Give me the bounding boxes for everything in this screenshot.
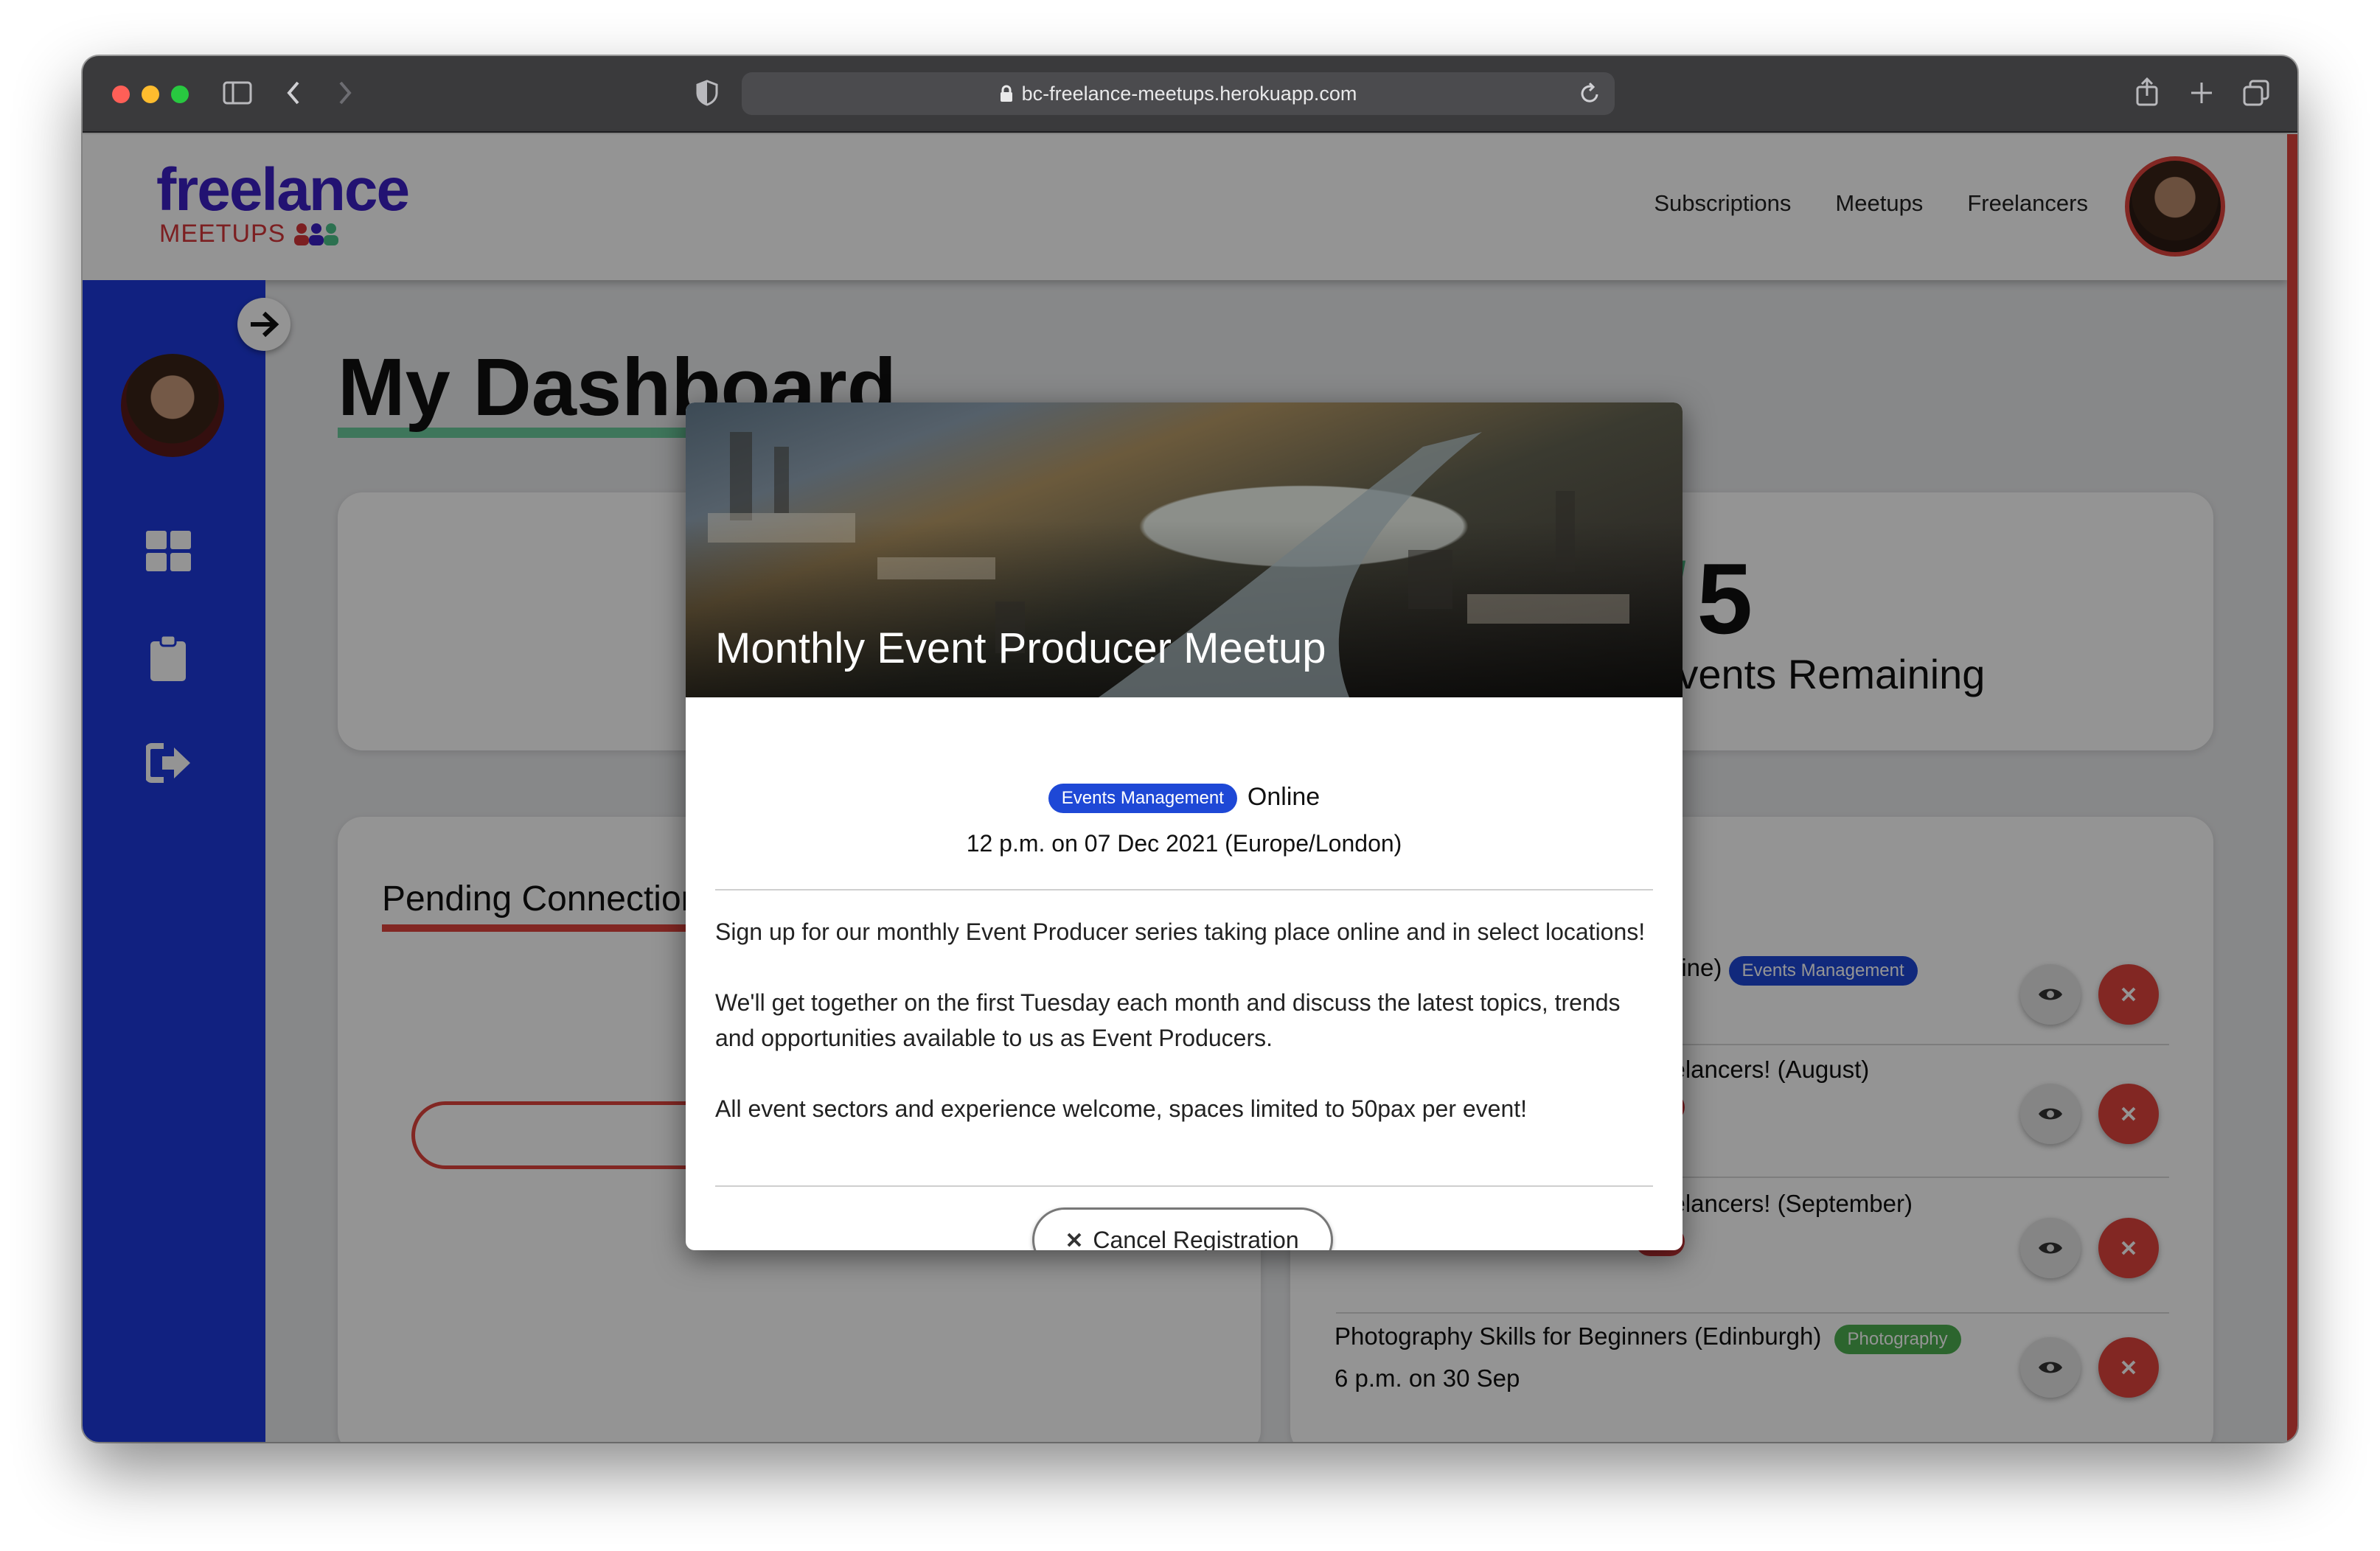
cancel-registration-button[interactable]: Cancel Registration <box>1032 1207 1333 1250</box>
close-icon <box>1067 1233 1082 1247</box>
event-time: 12 p.m. <box>966 830 1045 857</box>
sidebar-toggle-icon[interactable] <box>223 80 252 110</box>
event-hero-image: Monthly Event Producer Meetup <box>686 402 1683 697</box>
cancel-registration-label: Cancel Registration <box>1093 1226 1299 1251</box>
divider <box>715 889 1653 890</box>
forward-icon[interactable] <box>336 80 354 110</box>
event-on-text: on <box>1051 830 1078 857</box>
back-icon[interactable] <box>285 80 302 110</box>
close-window-button[interactable] <box>112 86 130 103</box>
url-text: bc-freelance-meetups.herokuapp.com <box>1021 82 1357 105</box>
reload-icon[interactable] <box>1579 81 1601 110</box>
privacy-shield-icon[interactable] <box>696 80 718 110</box>
description-paragraph: Sign up for our monthly Event Producer s… <box>715 919 1646 945</box>
event-location: Online <box>1247 783 1321 811</box>
tab-overview-icon[interactable] <box>2243 80 2269 110</box>
new-tab-icon[interactable] <box>2190 81 2213 108</box>
maximize-window-button[interactable] <box>171 86 189 103</box>
event-datetime: 12 p.m. on 07 Dec 2021 (Europe/London) <box>686 830 1683 857</box>
lock-icon <box>1000 85 1012 102</box>
minimize-window-button[interactable] <box>142 86 159 103</box>
modal-title: Monthly Event Producer Meetup <box>715 624 1326 672</box>
event-timezone: (Europe/London) <box>1225 830 1402 857</box>
description-paragraph: All event sectors and experience welcome… <box>715 1095 1528 1122</box>
address-bar[interactable]: bc-freelance-meetups.herokuapp.com <box>742 72 1615 115</box>
event-meta: Events Management Online <box>686 783 1683 814</box>
share-icon[interactable] <box>2135 77 2159 110</box>
event-date: 07 Dec 2021 <box>1084 830 1219 857</box>
description-paragraph: We'll get together on the first Tuesday … <box>715 989 1621 1051</box>
browser-window: bc-freelance-meetups.herokuapp.com freel… <box>83 56 2297 1442</box>
event-detail-modal: Monthly Event Producer Meetup Events Man… <box>686 402 1683 1250</box>
divider <box>715 1185 1653 1187</box>
category-badge: Events Management <box>1048 784 1237 814</box>
browser-toolbar: bc-freelance-meetups.herokuapp.com <box>83 56 2297 133</box>
event-description: Sign up for our monthly Event Producer s… <box>715 914 1653 1162</box>
